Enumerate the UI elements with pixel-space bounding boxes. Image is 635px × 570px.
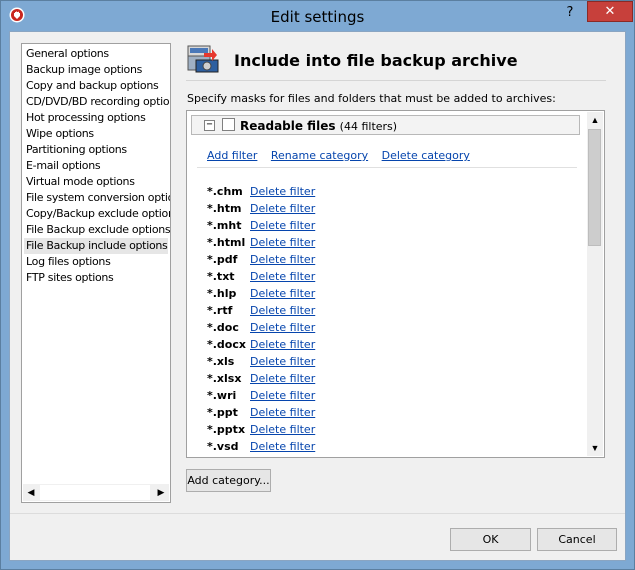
cancel-button[interactable]: Cancel	[537, 528, 617, 551]
delete-filter-link[interactable]: Delete filter	[250, 406, 315, 419]
filter-mask: *.html	[207, 236, 246, 249]
window-title: Edit settings	[270, 8, 365, 26]
filter-mask: *.chm	[207, 185, 243, 198]
delete-filter-link[interactable]: Delete filter	[250, 219, 315, 232]
delete-category-link[interactable]: Delete category	[382, 149, 470, 162]
help-button[interactable]: ?	[555, 3, 585, 23]
filter-mask: *.pdf	[207, 253, 238, 266]
delete-filter-link[interactable]: Delete filter	[250, 270, 315, 283]
add-category-button[interactable]: Add category...	[186, 469, 271, 492]
filter-mask: *.docx	[207, 338, 246, 351]
delete-filter-link[interactable]: Delete filter	[250, 372, 315, 385]
nav-item[interactable]: File Backup include options	[24, 238, 168, 254]
category-actions: Add filter Rename category Delete catego…	[207, 149, 480, 162]
filter-mask: *.hlp	[207, 287, 237, 300]
nav-item[interactable]: FTP sites options	[24, 270, 168, 286]
collapse-toggle[interactable]: −	[204, 120, 215, 131]
page-description: Specify masks for files and folders that…	[187, 92, 556, 105]
nav-item[interactable]: File Backup exclude options	[24, 222, 170, 238]
filter-mask: *.ppt	[207, 406, 238, 419]
nav-item[interactable]: Hot processing options	[24, 110, 168, 126]
filter-mask: *.rtf	[207, 304, 233, 317]
delete-filter-link[interactable]: Delete filter	[250, 423, 315, 436]
scroll-thumb[interactable]	[588, 129, 601, 246]
delete-filter-link[interactable]: Delete filter	[250, 321, 315, 334]
nav-item[interactable]: Copy/Backup exclude options	[24, 206, 170, 222]
category-filter-count: (44 filters)	[339, 120, 398, 133]
title-bar[interactable]: Edit settings ? ✕	[1, 1, 634, 31]
filter-mask: *.doc	[207, 321, 239, 334]
actions-divider	[197, 167, 577, 168]
delete-filter-link[interactable]: Delete filter	[250, 253, 315, 266]
add-filter-link[interactable]: Add filter	[207, 149, 257, 162]
filter-list-box[interactable]: − Readable files (44 filters) Add filter…	[186, 110, 605, 458]
category-title: Readable files (44 filters)	[240, 119, 397, 133]
scroll-right-arrow-icon[interactable]: ▶	[153, 484, 169, 501]
scroll-down-arrow-icon[interactable]: ▼	[587, 440, 603, 456]
delete-filter-link[interactable]: Delete filter	[250, 440, 315, 453]
scroll-thumb[interactable]	[40, 485, 150, 500]
delete-filter-link[interactable]: Delete filter	[250, 287, 315, 300]
nav-item[interactable]: File system conversion options	[24, 190, 170, 206]
footer-divider	[10, 513, 625, 514]
filter-mask: *.vsd	[207, 440, 239, 453]
scroll-up-arrow-icon[interactable]: ▲	[587, 112, 603, 128]
filter-mask: *.xls	[207, 355, 235, 368]
delete-filter-link[interactable]: Delete filter	[250, 185, 315, 198]
scroll-left-arrow-icon[interactable]: ◀	[23, 484, 39, 501]
delete-filter-link[interactable]: Delete filter	[250, 355, 315, 368]
filter-mask: *.txt	[207, 270, 235, 283]
nav-item[interactable]: Wipe options	[24, 126, 168, 142]
delete-filter-link[interactable]: Delete filter	[250, 202, 315, 215]
nav-item[interactable]: Backup image options	[24, 62, 168, 78]
filter-mask: *.wri	[207, 389, 237, 402]
close-button[interactable]: ✕	[587, 1, 633, 22]
dialog-body: General options Backup image options Copy …	[9, 31, 626, 561]
horizontal-scrollbar[interactable]: ◀ ▶	[23, 484, 169, 501]
nav-item[interactable]: Virtual mode options	[24, 174, 168, 190]
category-header[interactable]: − Readable files (44 filters)	[191, 115, 580, 135]
nav-item[interactable]: E-mail options	[24, 158, 168, 174]
filter-mask: *.mht	[207, 219, 242, 232]
header-divider	[186, 80, 606, 81]
backup-drive-icon	[187, 45, 219, 73]
delete-filter-link[interactable]: Delete filter	[250, 236, 315, 249]
filter-mask: *.pptx	[207, 423, 246, 436]
nav-item[interactable]: CD/DVD/BD recording options	[24, 94, 170, 110]
nav-item[interactable]: Log files options	[24, 254, 168, 270]
nav-item[interactable]: Copy and backup options	[24, 78, 168, 94]
page-title: Include into file backup archive	[234, 51, 518, 70]
vertical-scrollbar[interactable]: ▲ ▼	[587, 112, 603, 456]
filter-mask: *.htm	[207, 202, 242, 215]
delete-filter-link[interactable]: Delete filter	[250, 389, 315, 402]
filter-mask: *.xlsx	[207, 372, 242, 385]
delete-filter-link[interactable]: Delete filter	[250, 304, 315, 317]
ok-button[interactable]: OK	[450, 528, 531, 551]
category-name: Readable files	[240, 119, 336, 133]
settings-nav-list[interactable]: General options Backup image options Copy …	[21, 43, 171, 503]
nav-item[interactable]: Partitioning options	[24, 142, 168, 158]
rename-category-link[interactable]: Rename category	[271, 149, 368, 162]
category-checkbox[interactable]	[222, 118, 235, 131]
edit-settings-window: Edit settings ? ✕ General options Backup …	[0, 0, 635, 570]
nav-item[interactable]: General options	[24, 46, 168, 62]
delete-filter-link[interactable]: Delete filter	[250, 338, 315, 351]
